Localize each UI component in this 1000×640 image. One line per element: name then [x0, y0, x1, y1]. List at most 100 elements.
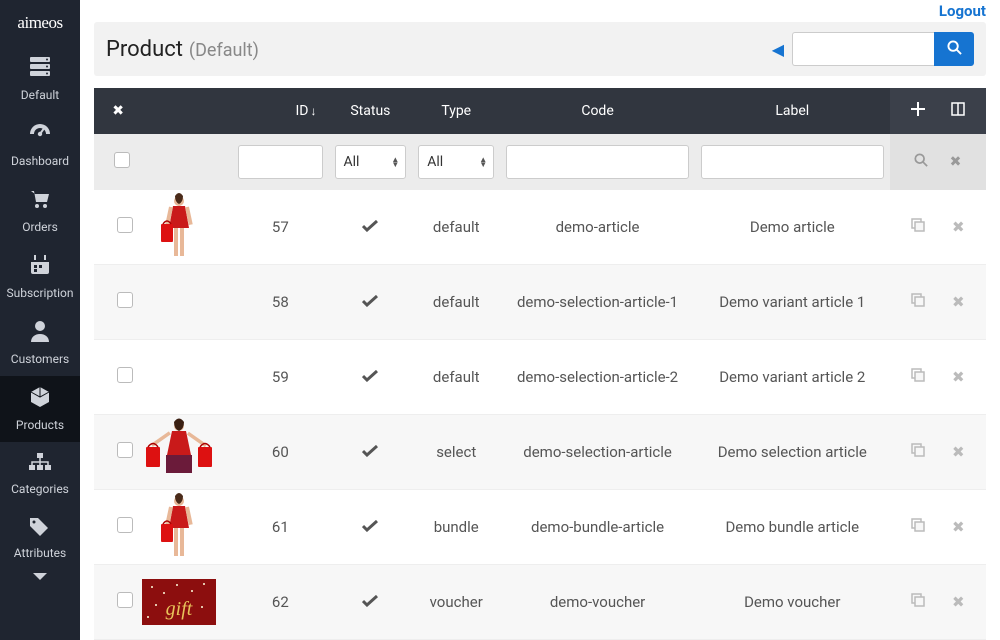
- copy-row-icon[interactable]: [911, 293, 925, 311]
- filter-status-select[interactable]: All ▲▼: [335, 145, 407, 179]
- logout-link[interactable]: Logout: [939, 2, 986, 20]
- row-thumbnail: [142, 190, 216, 264]
- filter-type-value: All: [427, 154, 443, 170]
- search-box: [792, 32, 974, 66]
- sidebar-item-label: Attributes: [14, 546, 66, 560]
- table-row[interactable]: gift 62voucherdemo-voucherDemo voucher✖: [94, 565, 986, 640]
- row-thumbnail: [142, 340, 216, 414]
- column-status-header[interactable]: Status: [350, 103, 390, 119]
- row-label: Demo voucher: [695, 565, 890, 640]
- filter-type-select[interactable]: All ▲▼: [418, 145, 494, 179]
- table-row[interactable]: 57defaultdemo-articleDemo article✖: [94, 190, 986, 265]
- copy-row-icon[interactable]: [911, 443, 925, 461]
- filter-label-input[interactable]: [701, 145, 884, 179]
- table-row[interactable]: 61bundledemo-bundle-articleDemo bundle a…: [94, 490, 986, 565]
- filter-code-input[interactable]: [506, 145, 689, 179]
- page-subtitle: (Default): [189, 40, 259, 61]
- filter-status-value: All: [344, 154, 360, 170]
- sidebar-item-customers[interactable]: Customers: [0, 310, 80, 376]
- page-title: Product: [106, 37, 183, 62]
- table-row[interactable]: 58defaultdemo-selection-article-1Demo va…: [94, 265, 986, 340]
- page-header: Product (Default) ◀: [94, 22, 986, 76]
- header-search: ◀: [772, 32, 974, 66]
- search-input[interactable]: [792, 32, 934, 66]
- column-id-header[interactable]: ID: [296, 103, 309, 119]
- server-icon: [28, 56, 52, 82]
- check-icon: [362, 368, 378, 386]
- row-code: demo-article: [500, 190, 695, 265]
- filter-search-icon[interactable]: [914, 153, 928, 171]
- row-checkbox[interactable]: [117, 292, 133, 308]
- row-checkbox[interactable]: [117, 217, 133, 233]
- row-checkbox[interactable]: [117, 592, 133, 608]
- row-type: voucher: [412, 565, 500, 640]
- row-label: Demo article: [695, 190, 890, 265]
- copy-row-icon[interactable]: [911, 368, 925, 386]
- add-row-icon[interactable]: [911, 102, 925, 120]
- column-type-header[interactable]: Type: [441, 103, 471, 119]
- tags-icon: [28, 516, 52, 540]
- row-type: default: [412, 265, 500, 340]
- delete-row-icon[interactable]: ✖: [952, 293, 965, 311]
- check-icon: [362, 593, 378, 611]
- table-row[interactable]: 60selectdemo-selection-articleDemo selec…: [94, 415, 986, 490]
- row-type: select: [412, 415, 500, 490]
- row-status: [329, 490, 413, 565]
- copy-row-icon[interactable]: [911, 593, 925, 611]
- delete-row-icon[interactable]: ✖: [952, 518, 965, 536]
- row-thumbnail: gift: [142, 565, 216, 639]
- svg-text:gift: gift: [166, 598, 193, 620]
- sidebar-item-label: Default: [21, 88, 59, 102]
- select-all-checkbox[interactable]: [114, 152, 130, 168]
- sidebar-item-categories[interactable]: Categories: [0, 442, 80, 506]
- row-status: [329, 340, 413, 415]
- columns-icon[interactable]: [951, 102, 965, 120]
- sidebar-item-dashboard[interactable]: Dashboard: [0, 112, 80, 178]
- select-caret-icon: ▲▼: [479, 157, 487, 167]
- chevron-down-icon: [32, 570, 48, 586]
- filter-id-input[interactable]: [238, 145, 322, 179]
- row-label: Demo variant article 1: [695, 265, 890, 340]
- delete-row-icon[interactable]: ✖: [952, 368, 965, 386]
- sort-desc-icon: ↓: [311, 104, 317, 118]
- row-checkbox[interactable]: [117, 367, 133, 383]
- select-caret-icon: ▲▼: [391, 157, 399, 167]
- row-code: demo-selection-article: [500, 415, 695, 490]
- search-button[interactable]: [934, 32, 974, 66]
- row-checkbox[interactable]: [117, 517, 133, 533]
- delete-row-icon[interactable]: ✖: [952, 443, 965, 461]
- sidebar-overflow[interactable]: [0, 570, 80, 596]
- page-title-wrap: Product (Default): [106, 37, 259, 62]
- gauge-icon: [28, 122, 52, 148]
- table-row[interactable]: 59defaultdemo-selection-article-2Demo va…: [94, 340, 986, 415]
- sidebar-item-attributes[interactable]: Attributes: [0, 506, 80, 570]
- filter-clear-icon[interactable]: ✖: [950, 154, 962, 170]
- brand-text: aimeos: [17, 13, 62, 33]
- row-thumbnail: [142, 265, 216, 339]
- caret-left-icon[interactable]: ◀: [772, 40, 784, 59]
- row-checkbox[interactable]: [117, 442, 133, 458]
- row-status: [329, 415, 413, 490]
- sidebar-item-label: Customers: [11, 352, 69, 366]
- row-code: demo-bundle-article: [500, 490, 695, 565]
- delete-row-icon[interactable]: ✖: [952, 593, 965, 611]
- sidebar-item-orders[interactable]: Orders: [0, 178, 80, 244]
- row-status: [329, 565, 413, 640]
- delete-row-icon[interactable]: ✖: [952, 218, 965, 236]
- filter-row: All ▲▼ All ▲▼: [94, 134, 986, 190]
- sidebar-item-subscription[interactable]: Subscription: [0, 244, 80, 310]
- copy-row-icon[interactable]: [911, 518, 925, 536]
- row-status: [329, 265, 413, 340]
- products-table: ✖ ID↓ Status Type Code Label: [94, 88, 986, 640]
- column-label-header[interactable]: Label: [775, 103, 809, 119]
- sidebar-item-products[interactable]: Products: [0, 376, 80, 442]
- row-id: 61: [232, 490, 328, 565]
- clear-selection-icon[interactable]: ✖: [112, 103, 124, 119]
- sidebar-item-label: Dashboard: [11, 154, 69, 168]
- copy-row-icon[interactable]: [911, 218, 925, 236]
- row-type: default: [412, 190, 500, 265]
- check-icon: [362, 443, 378, 461]
- sidebar-item-label: Categories: [11, 482, 69, 496]
- sidebar-item-default[interactable]: Default: [0, 46, 80, 112]
- column-code-header[interactable]: Code: [581, 103, 613, 119]
